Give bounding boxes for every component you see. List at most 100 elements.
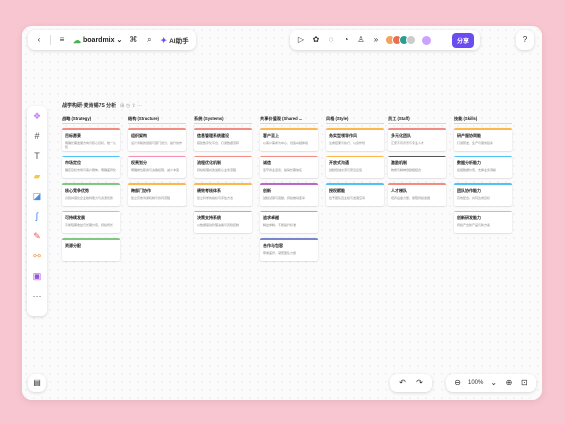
card[interactable]: 组织架构 设计清晰的层级与部门划分，提升协作: [128, 128, 186, 151]
text-icon[interactable]: T: [31, 150, 43, 162]
collab-toolbar: ▷ ✿ ◌ ◔ ♙ » 分享: [290, 30, 480, 50]
brand-label: boardmix: [83, 36, 115, 44]
undo-icon[interactable]: ↶: [398, 379, 408, 387]
card[interactable]: 多元化团队 汇聚不同背景与专业人才: [388, 128, 446, 151]
template-icon[interactable]: ▣: [31, 270, 43, 282]
card[interactable]: 绩效考核体系 建立科学的指标与评估方法: [194, 183, 252, 206]
column-header[interactable]: 系统 (Systems): [194, 116, 252, 124]
card-title: 务实型领导作风: [329, 132, 357, 138]
frame-icon[interactable]: #: [31, 130, 43, 142]
redo-icon[interactable]: ↷: [415, 379, 425, 387]
card[interactable]: 务实型领导作风注重结果与执行，以身作则: [326, 128, 384, 151]
card-body: 组织架构 设计清晰的层级与部门划分，提升协作: [128, 130, 186, 151]
card[interactable]: 市场定位 确定目标市场与客户群体，明确差异化: [62, 155, 120, 178]
brand-menu[interactable]: ☁ boardmix ⌄: [73, 36, 122, 45]
card-body: 资源分配: [62, 240, 120, 261]
sticky-note-icon[interactable]: ▰: [31, 170, 43, 182]
share-button[interactable]: 分享: [451, 32, 474, 48]
card[interactable]: 权责划分 明确岗位职责与决策权限，减少冲突: [128, 155, 186, 178]
card[interactable]: 决策支持系统 以数据驱动管理决策与风险控制: [194, 210, 252, 233]
chevron-down-icon[interactable]: ⌄: [489, 379, 499, 387]
mindmap-icon[interactable]: ⚯: [31, 250, 43, 262]
app-frame: ‹ ≡ ☁ boardmix ⌄ ⌘ ⌕ ✦ AI助手 ▷ ✿ ◌ ◔ ♙ » …: [22, 26, 542, 400]
play-icon[interactable]: ▷: [296, 36, 306, 44]
card-body: 流程优化机制 持续梳理并改进核心业务流程: [194, 157, 252, 178]
card-title: 开放式沟通: [329, 160, 349, 165]
card[interactable]: 人才梯队 培养后备力量，保障持续发展: [388, 183, 446, 206]
more-icon[interactable]: »: [371, 36, 381, 44]
celebrate-icon[interactable]: ✿: [311, 36, 321, 44]
card[interactable]: 激励机制 物质与精神激励相结合: [388, 155, 446, 178]
card-title: 人才梯队: [391, 187, 407, 193]
board-title[interactable]: 战学构研·麦肯锡7S 分析: [62, 102, 116, 109]
card-title: 信息管理系统建设: [197, 132, 229, 138]
more-tools-icon[interactable]: ···: [31, 290, 43, 302]
card[interactable]: 研产服协同能 打通研发、生产与服务链条: [454, 128, 512, 151]
card-description: 注重结果与执行，以身作则: [329, 140, 366, 145]
card[interactable]: 授权赋能 给予团队自主权与发展空间: [326, 183, 384, 206]
pen-icon[interactable]: ✎: [31, 230, 43, 242]
back-icon[interactable]: ‹: [34, 36, 44, 44]
card[interactable]: 可持续发展 平衡短期收益与长期价值，持续增长: [62, 210, 120, 233]
minimap-icon: ▤: [33, 378, 41, 387]
card-title: 创新: [263, 187, 271, 193]
card-body: 决策支持系统 以数据驱动管理决策与风险控制: [194, 212, 252, 233]
shape-icon[interactable]: ◪: [31, 190, 43, 202]
fit-screen-icon[interactable]: ⊡: [519, 379, 529, 387]
card[interactable]: 流程优化机制 持续梳理并改进核心业务流程: [194, 155, 252, 178]
card-description: 持续梳理并改进核心业务流程: [197, 168, 237, 172]
card-title: 决策支持系统: [197, 215, 221, 220]
search-icon[interactable]: ⌕: [144, 36, 154, 44]
zoom-in-icon[interactable]: ⊕: [504, 379, 514, 387]
card[interactable]: 资源分配: [62, 238, 120, 261]
card[interactable]: 核心竞争优势 识别并强化企业独特能力与资源优势: [62, 183, 120, 206]
card[interactable]: 追求卓越 精益求精，不断提升标准: [260, 210, 318, 233]
vote-icon[interactable]: ♙: [356, 36, 366, 44]
card[interactable]: 创新 鼓励试错与突破，持续推动变革: [260, 183, 318, 206]
card-title: 目标愿景: [65, 132, 81, 138]
ai-palette-icon[interactable]: ❖: [31, 110, 43, 122]
card-description: 尊重差异，凝聚团队力量: [263, 250, 297, 255]
user-avatar[interactable]: [421, 34, 432, 46]
card[interactable]: 目标愿景 明确长期发展方向与核心目标，统一认知: [62, 128, 120, 151]
card[interactable]: 团队协作能力 高效配合，共同达成目标: [454, 183, 512, 206]
board-meta-icons[interactable]: ⊞ ◷ ⇪ ···: [120, 103, 142, 109]
card[interactable]: 客户至上 以客户需求为中心，创造卓越体验: [260, 128, 318, 151]
column-header[interactable]: 风格 (Style): [326, 116, 384, 124]
column-header[interactable]: 结构 (Structure): [128, 116, 186, 124]
minimap-button[interactable]: ▤: [28, 374, 46, 392]
card-description: 持续产出新产品与新方案: [457, 223, 491, 227]
card-body: 可持续发展 平衡短期收益与长期价值，持续增长: [62, 212, 120, 233]
card-title: 客户至上: [263, 132, 279, 138]
zoom-level[interactable]: 100%: [468, 380, 483, 386]
column-header[interactable]: 共享价值观 (Shared ...: [260, 116, 318, 124]
column-header[interactable]: 战略 (Strategy): [62, 116, 120, 124]
card[interactable]: 跨部门协作 建立高效沟通机制与协同流程: [128, 183, 186, 206]
card[interactable]: 合作与包容 尊重差异，凝聚团队力量: [260, 238, 318, 261]
menu-icon[interactable]: ≡: [57, 36, 67, 44]
help-button[interactable]: ?: [516, 30, 534, 50]
column-header[interactable]: 员工 (Staff): [388, 116, 446, 124]
card[interactable]: 开放式沟通鼓励坦诚交流与意见反馈: [326, 155, 384, 178]
card-title: 权责划分: [131, 160, 147, 165]
card-body: 激励机制 物质与精神激励相结合: [388, 157, 446, 178]
timer-icon[interactable]: ◔: [341, 36, 351, 44]
card[interactable]: 创新研发能力 持续产出新产品与新方案: [454, 210, 512, 233]
collaborator-avatars[interactable]: [385, 35, 416, 45]
card-body: 务实型领导作风注重结果与执行，以身作则: [326, 130, 384, 151]
card-body: 创新 鼓励试错与突破，持续推动变革: [260, 185, 318, 206]
card-title: 数据分析能力: [457, 160, 481, 165]
card[interactable]: 信息管理系统建设 搭建数字化平台，打通数据流转: [194, 128, 252, 151]
tag-icon[interactable]: ⌘: [128, 36, 138, 44]
connector-icon[interactable]: ∫: [31, 210, 43, 222]
card[interactable]: 数据分析能力 挖掘数据价值，支撑业务洞察: [454, 155, 512, 178]
card[interactable]: 诚信 坚守商业道德，赢得长期信任: [260, 155, 318, 178]
help-icon: ?: [522, 35, 528, 44]
card-description: 鼓励坦诚交流与意见反馈: [329, 168, 363, 172]
comment-icon[interactable]: ◌: [326, 36, 336, 44]
card-body: 绩效考核体系 建立科学的指标与评估方法: [194, 185, 252, 206]
column-header[interactable]: 技能 (Skills): [454, 116, 512, 124]
ai-assistant-button[interactable]: ✦ AI助手: [160, 35, 188, 46]
card-body: 团队协作能力 高效配合，共同达成目标: [454, 185, 512, 206]
zoom-out-icon[interactable]: ⊖: [453, 379, 463, 387]
